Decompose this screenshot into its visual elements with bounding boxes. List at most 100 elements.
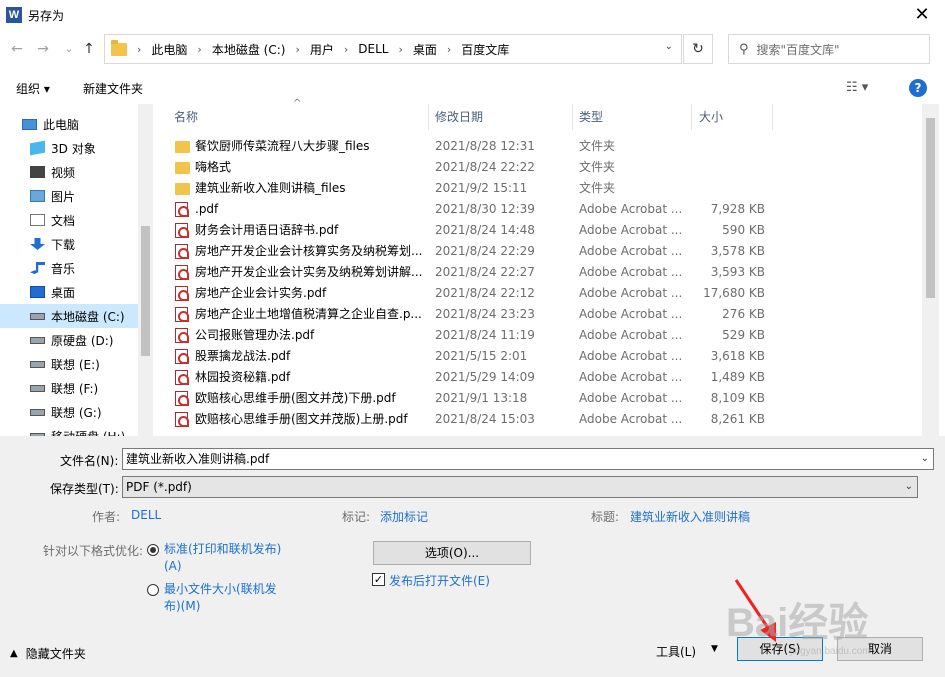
file-name: .pdf <box>195 202 219 216</box>
file-row[interactable]: 房地产企业土地增值税清算之企业自查.p... 2021/8/24 23:23 Ado… <box>154 304 922 325</box>
sidebar-item[interactable]: 联想 (E:) <box>0 352 138 376</box>
sidebar-item[interactable]: 本地磁盘 (C:) <box>0 304 138 328</box>
open-after-publish-label[interactable]: 发布后打开文件(E) <box>389 572 490 589</box>
sidebar-item-label: 此电脑 <box>43 117 80 132</box>
radio-minimum-size[interactable] <box>147 584 159 596</box>
close-button[interactable]: ✕ <box>899 0 945 30</box>
title-value[interactable]: 建筑业新收入准则讲稿 <box>630 508 750 525</box>
chevron-down-icon[interactable]: ⌄ <box>921 449 929 469</box>
breadcrumb-item[interactable]: 用户 <box>310 41 334 58</box>
sidebar-item[interactable]: 下载 <box>0 232 138 256</box>
search-input[interactable]: ⚲ 搜索"百度文库" <box>728 34 930 64</box>
file-row[interactable]: 房地产企业会计实务.pdf 2021/8/24 22:12 Adobe Acroba… <box>154 283 922 304</box>
sidebar-item[interactable]: 音乐 <box>0 256 138 280</box>
file-row[interactable]: 林园投资秘籍.pdf 2021/5/29 14:09 Adobe Acrobat .… <box>154 367 922 388</box>
breadcrumb-item[interactable]: 此电脑 <box>151 41 187 58</box>
recent-locations-icon[interactable]: ⌄ <box>58 38 80 60</box>
picture-icon <box>30 190 45 202</box>
sidebar-item[interactable]: 移动硬盘 (H:) <box>0 424 138 436</box>
filename-input[interactable]: 建筑业新收入准则讲稿.pdf ⌄ <box>122 448 934 470</box>
help-icon[interactable]: ? <box>909 79 927 97</box>
hide-folders-toggle[interactable]: ▲ 隐藏文件夹 <box>10 645 86 662</box>
sidebar-item[interactable]: 原硬盘 (D:) <box>0 328 138 352</box>
chevron-right-icon[interactable]: › <box>344 43 348 56</box>
radio-standard[interactable] <box>147 544 159 556</box>
file-size: 17,680 KB <box>703 286 765 300</box>
sidebar-item[interactable]: 文档 <box>0 208 138 232</box>
scrollbar-thumb[interactable] <box>926 118 935 298</box>
tags-value[interactable]: 添加标记 <box>380 508 428 525</box>
file-list-scrollbar[interactable] <box>922 104 939 436</box>
sidebar-item[interactable]: 联想 (F:) <box>0 376 138 400</box>
baidu-watermark-url: jingyan.baidu.com <box>790 646 871 657</box>
file-row[interactable]: 房地产开发企业会计核算实务及纳税筹划... 2021/8/24 22:29 Adob… <box>154 241 922 262</box>
chevron-right-icon[interactable]: › <box>197 43 201 56</box>
sidebar-item[interactable]: 视频 <box>0 160 138 184</box>
file-row[interactable]: 嗨格式 2021/8/24 22:22 文件夹 <box>154 157 922 178</box>
file-row[interactable]: 欧赔核心思维手册(图文并茂)下册.pdf 2021/9/1 13:18 Adobe … <box>154 388 922 409</box>
address-bar[interactable]: › 此电脑 › 本地磁盘 (C:) › 用户 › DELL › 桌面 › 百度文… <box>104 34 682 64</box>
opt-standard-line1[interactable]: 标准(打印和联机发布) <box>164 541 281 557</box>
navigation-pane-scrollbar[interactable] <box>138 104 153 436</box>
refresh-button[interactable]: ↻ <box>683 34 713 64</box>
new-folder-button[interactable]: 新建文件夹 <box>83 80 143 97</box>
column-header-name[interactable]: 名称 <box>174 104 198 130</box>
back-arrow-icon[interactable]: ← <box>6 38 28 60</box>
breadcrumb-item[interactable]: 桌面 <box>413 41 437 58</box>
sidebar-item-label: 下载 <box>51 237 76 252</box>
file-row[interactable]: 欧赔核心思维手册(图文并茂版)上册.pdf 2021/8/24 15:03 Adob… <box>154 409 922 430</box>
up-arrow-icon[interactable]: ↑ <box>78 38 100 60</box>
forward-arrow-icon[interactable]: → <box>32 38 54 60</box>
author-value[interactable]: DELL <box>131 508 161 522</box>
column-header-date[interactable]: 修改日期 <box>435 104 483 130</box>
sidebar-item-label: 本地磁盘 (C:) <box>51 309 125 324</box>
organize-button[interactable]: 组织 ▾ <box>16 80 50 97</box>
chevron-down-icon[interactable]: ⌄ <box>905 477 913 497</box>
column-header-type[interactable]: 类型 <box>579 104 603 130</box>
file-size: 529 KB <box>722 328 765 342</box>
view-options-icon[interactable]: ☷ ▾ <box>846 80 868 95</box>
chevron-up-icon: ▲ <box>10 648 18 659</box>
file-type: Adobe Acrobat ... <box>579 286 683 300</box>
chevron-right-icon[interactable]: › <box>447 43 451 56</box>
breadcrumb-item[interactable]: DELL <box>358 42 388 56</box>
open-after-publish-checkbox[interactable]: ✓ <box>372 573 385 586</box>
sidebar-item[interactable]: 联想 (G:) <box>0 400 138 424</box>
column-divider[interactable] <box>691 104 692 130</box>
sidebar-item-label: 联想 (F:) <box>51 381 99 396</box>
file-row[interactable]: 财务会计用语日语辞书.pdf 2021/8/24 14:48 Adobe Acrob… <box>154 220 922 241</box>
file-row[interactable]: 股票擒龙战法.pdf 2021/5/15 2:01 Adobe Acrobat ..… <box>154 346 922 367</box>
column-divider[interactable] <box>772 104 773 130</box>
sidebar-item[interactable]: 图片 <box>0 184 138 208</box>
sidebar-item-label: 图片 <box>51 189 76 204</box>
file-name: 公司报账管理办法.pdf <box>195 328 315 342</box>
sidebar-item[interactable]: 此电脑 <box>0 112 138 136</box>
file-row[interactable]: .pdf 2021/8/30 12:39 Adobe Acrobat ... 7,92… <box>154 199 922 220</box>
pdf-file-icon <box>175 307 189 322</box>
file-row[interactable]: 餐饮厨师传菜流程八大步骤_files 2021/8/28 12:31 文件夹 <box>154 136 922 157</box>
tools-button[interactable]: 工具(L) <box>656 643 696 660</box>
chevron-down-icon[interactable]: ⌄ <box>665 41 673 52</box>
opt-min-line1[interactable]: 最小文件大小(联机发 <box>164 581 277 597</box>
sidebar-item[interactable]: 桌面 <box>0 280 138 304</box>
column-header-size[interactable]: 大小 <box>699 104 723 130</box>
file-row[interactable]: 房地产开发企业会计实务及纳税筹划讲解... 2021/8/24 22:27 Adob… <box>154 262 922 283</box>
file-date: 2021/8/24 14:48 <box>435 223 535 237</box>
breadcrumb-item[interactable]: 百度文库 <box>461 41 509 58</box>
title-label: 标题: <box>591 510 620 524</box>
file-name: 林园投资秘籍.pdf <box>195 370 291 384</box>
scrollbar-thumb[interactable] <box>141 226 150 356</box>
chevron-down-icon[interactable]: ▼ <box>711 644 718 654</box>
chevron-right-icon[interactable]: › <box>398 43 402 56</box>
column-divider[interactable] <box>428 104 429 130</box>
opt-min-line2[interactable]: 布)(M) <box>164 598 200 614</box>
options-button[interactable]: 选项(O)... <box>373 541 531 565</box>
filetype-select[interactable]: PDF (*.pdf) ⌄ <box>122 476 918 498</box>
breadcrumb-item[interactable]: 本地磁盘 (C:) <box>212 41 286 58</box>
column-divider[interactable] <box>572 104 573 130</box>
chevron-right-icon[interactable]: › <box>295 43 299 56</box>
opt-standard-line2[interactable]: (A) <box>164 558 182 574</box>
sidebar-item[interactable]: 3D 对象 <box>0 136 138 160</box>
file-row[interactable]: 公司报账管理办法.pdf 2021/8/24 11:19 Adobe Acrobat… <box>154 325 922 346</box>
file-row[interactable]: 建筑业新收入准则讲稿_files 2021/9/2 15:11 文件夹 <box>154 178 922 199</box>
